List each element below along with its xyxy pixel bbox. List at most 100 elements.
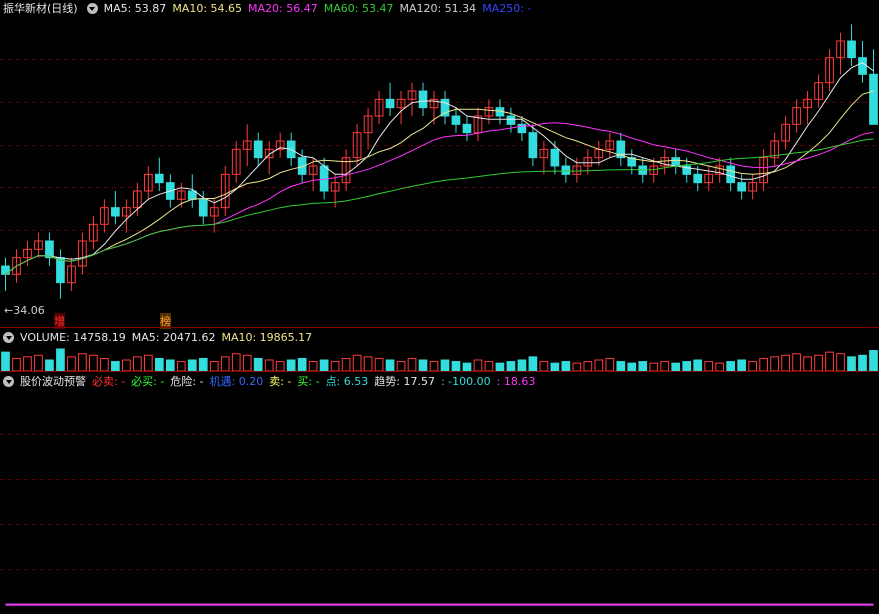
ma10-label: MA10: 54.65 xyxy=(172,1,243,15)
candle-body xyxy=(726,165,736,184)
volume-bar xyxy=(242,354,252,371)
volume-bar xyxy=(451,361,461,371)
volume-bar xyxy=(495,362,505,371)
volume-bar xyxy=(440,359,450,371)
ma5-label: MA5: 53.87 xyxy=(103,1,167,15)
volume-bar xyxy=(594,359,604,371)
dropdown-icon[interactable] xyxy=(86,2,98,14)
volume-bar xyxy=(111,361,120,371)
candle-body xyxy=(56,257,65,284)
volume-bar xyxy=(1,351,10,371)
candle-body xyxy=(693,173,703,184)
volume-bar xyxy=(264,359,274,371)
volume-bar xyxy=(704,361,714,371)
volume-bar xyxy=(583,361,593,371)
volume-ma5-label: MA5: 20471.62 xyxy=(131,330,216,344)
volume-bar xyxy=(319,359,329,371)
volume-bar xyxy=(12,357,21,371)
volume-bar xyxy=(275,361,285,371)
candle-body xyxy=(869,73,878,125)
pane-divider xyxy=(0,327,879,328)
volume-bar xyxy=(385,359,395,371)
volume-bar xyxy=(561,361,571,371)
indicator-dropdown-icon[interactable] xyxy=(3,375,14,387)
volume-bar xyxy=(253,357,263,371)
ma60-line xyxy=(5,138,874,275)
volume-bar xyxy=(396,361,406,371)
candle-body xyxy=(198,198,208,217)
volume-bar xyxy=(847,356,856,371)
volume-bar xyxy=(330,361,340,371)
candle-body xyxy=(847,40,856,59)
candle-body xyxy=(187,190,197,200)
candle-body xyxy=(385,98,395,109)
volume-bar xyxy=(781,354,790,371)
volume-bar xyxy=(660,361,670,371)
pane-divider-2 xyxy=(0,371,879,372)
volume-bar xyxy=(231,353,241,371)
ma120-label: MA120: 51.34 xyxy=(399,1,477,15)
stock-title[interactable]: 振华新材(日线) xyxy=(3,0,78,16)
sell-label: 卖: - xyxy=(269,375,292,388)
v1-label: : -100.00 xyxy=(440,374,491,388)
volume-bar xyxy=(792,353,801,371)
trend-label: 趋势: 17.57 xyxy=(374,375,435,388)
volume-bar xyxy=(682,361,692,371)
volume-bar xyxy=(484,361,494,371)
candle-body xyxy=(462,123,472,134)
volume-bar xyxy=(836,353,845,371)
main-header: 振华新材(日线) MA5: 53.87 MA10: 54.65 MA20: 56… xyxy=(0,0,537,16)
volume-bar xyxy=(220,356,230,371)
volume-bar xyxy=(616,361,626,371)
volume-bar xyxy=(363,356,373,371)
candle-body xyxy=(451,115,461,125)
ma20-label: MA20: 56.47 xyxy=(248,1,318,15)
volume-bar xyxy=(462,362,472,371)
volume-bar xyxy=(143,354,153,371)
candle-body xyxy=(45,240,54,259)
volume-bar xyxy=(539,361,549,371)
volume-bar xyxy=(198,357,208,371)
indicator-name[interactable]: 股价波动预警 xyxy=(20,373,86,389)
volume-bar xyxy=(693,359,703,371)
volume-bar xyxy=(132,356,142,371)
volume-bar xyxy=(286,359,296,371)
volume-bar xyxy=(726,361,736,371)
candle-body xyxy=(550,148,560,167)
volume-bar xyxy=(100,357,109,371)
low-price-label: ←34.06 xyxy=(4,304,45,317)
ma20-line xyxy=(5,122,874,275)
bimai2-label: 必买: - xyxy=(131,375,165,388)
volume-bar xyxy=(209,361,219,371)
volume-bar xyxy=(627,362,637,371)
candle-body xyxy=(528,132,538,159)
candle-body xyxy=(858,57,867,75)
candle-body xyxy=(671,157,681,167)
indicator-chart[interactable] xyxy=(0,389,879,614)
volume-bar xyxy=(550,362,560,371)
ma5-line xyxy=(5,62,874,275)
volume-bar xyxy=(187,359,197,371)
buy-label: 买: - xyxy=(297,375,320,388)
volume-header: VOLUME: 14758.19 MA5: 20471.62 MA10: 198… xyxy=(0,329,318,345)
volume-bar xyxy=(748,361,757,371)
volume-bar xyxy=(473,359,483,371)
volume-bar xyxy=(45,359,54,371)
indicator-header: 股价波动预警 必卖: - 必买: - 危险: - 机遇: 0.20 卖: - 买… xyxy=(0,373,541,389)
candle-body xyxy=(561,165,571,175)
volume-bar xyxy=(517,359,527,371)
volume-ma10-label: MA10: 19865.17 xyxy=(221,330,313,344)
volume-bar xyxy=(759,357,768,371)
volume-bar xyxy=(770,356,779,371)
volume-bar xyxy=(56,348,65,371)
volume-dropdown-icon[interactable] xyxy=(3,331,14,343)
candle-body xyxy=(111,207,120,217)
volume-bar xyxy=(154,357,164,371)
volume-chart[interactable] xyxy=(0,345,879,371)
volume-bar xyxy=(803,356,812,371)
volume-bar xyxy=(814,354,823,371)
volume-bar xyxy=(352,354,362,371)
jiyu-label: 机遇: 0.20 xyxy=(209,375,264,388)
price-chart[interactable] xyxy=(0,16,879,328)
volume-bar xyxy=(737,359,747,371)
